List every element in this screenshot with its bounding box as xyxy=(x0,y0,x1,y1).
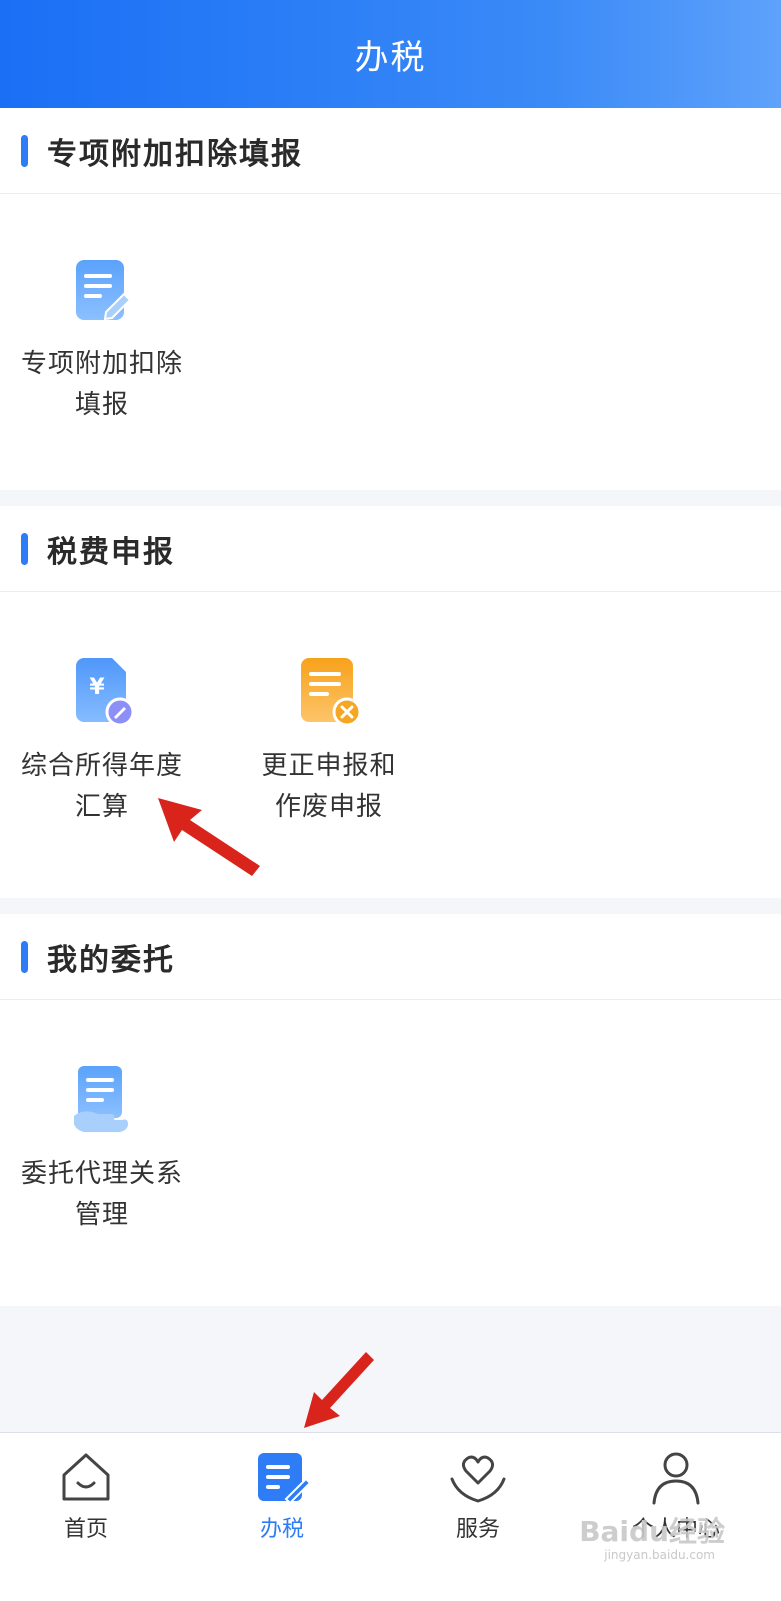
section-header: 税费申报 xyxy=(0,506,781,592)
tile-label-line1: 更正申报和 xyxy=(261,751,397,781)
tile-label-line1: 专项附加扣除 xyxy=(20,349,183,379)
watermark-url: jingyan.baidu.com xyxy=(604,1548,715,1562)
section-tax-filing: 税费申报 ¥ 综合所得年度 汇算 更正申报和 作废申报 xyxy=(0,506,781,898)
section-accent-bar xyxy=(21,940,28,973)
tab-home[interactable]: 首页 xyxy=(26,1447,146,1543)
tab-tax[interactable]: 办税 xyxy=(222,1447,342,1543)
document-edit-icon xyxy=(70,254,134,326)
tab-label: 首页 xyxy=(63,1517,108,1542)
svg-text:¥: ¥ xyxy=(89,675,105,700)
tile-label-line1: 综合所得年度 xyxy=(20,751,183,781)
page-title: 办税 xyxy=(354,37,427,78)
annotation-arrow-icon xyxy=(158,798,260,876)
user-icon xyxy=(646,1447,706,1507)
heart-hands-icon xyxy=(448,1447,508,1507)
section-title: 税费申报 xyxy=(47,534,175,570)
watermark-logo: Baidu经验 xyxy=(579,1515,725,1548)
section-title: 专项附加扣除填报 xyxy=(47,136,303,172)
section-header: 我的委托 xyxy=(0,914,781,1000)
section-header: 专项附加扣除填报 xyxy=(0,108,781,194)
section-special-deduction: 专项附加扣除填报 专项附加扣除 填报 xyxy=(0,108,781,490)
home-icon xyxy=(56,1447,116,1507)
section-my-delegation: 我的委托 委托代理关系 管理 xyxy=(0,914,781,1306)
tax-edit-icon xyxy=(252,1447,312,1507)
tab-service[interactable]: 服务 xyxy=(418,1447,538,1543)
section-accent-bar xyxy=(21,134,28,167)
app-header: 办税 xyxy=(0,0,781,108)
section-title: 我的委托 xyxy=(47,942,175,978)
tile-special-deduction[interactable]: 专项附加扣除 填报 xyxy=(2,254,202,426)
tile-delegation-management[interactable]: 委托代理关系 管理 xyxy=(2,1064,202,1236)
tile-label-line2: 管理 xyxy=(74,1200,129,1230)
tile-label-line1: 委托代理关系 xyxy=(20,1159,183,1189)
yuan-document-icon: ¥ xyxy=(70,656,135,728)
tab-label: 办税 xyxy=(259,1517,304,1542)
annotation-arrow-icon xyxy=(304,1352,374,1428)
section-accent-bar xyxy=(21,532,28,565)
tile-label-line2: 填报 xyxy=(74,390,129,420)
document-hand-icon xyxy=(70,1064,134,1136)
document-cancel-icon xyxy=(297,656,362,728)
tab-label: 服务 xyxy=(455,1517,500,1542)
